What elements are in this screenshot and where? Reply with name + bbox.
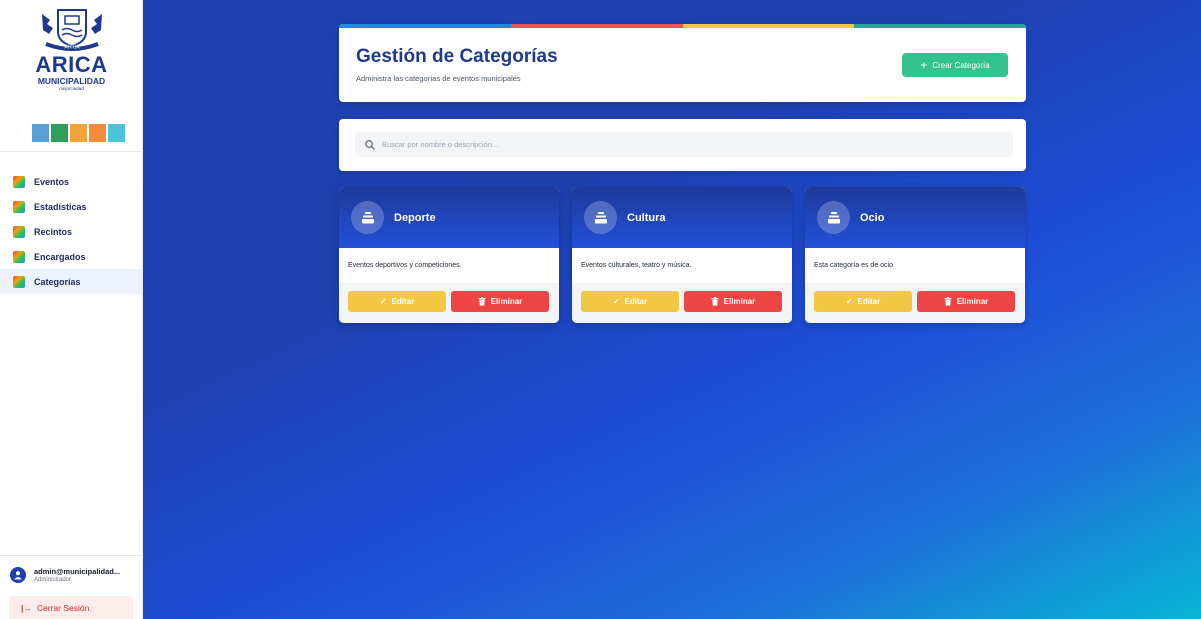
search-input[interactable] xyxy=(382,140,982,149)
sidebar-item-eventos[interactable]: Eventos xyxy=(0,169,142,194)
create-category-button[interactable]: + Crear Categoría xyxy=(902,53,1008,77)
brand-name: ARICA xyxy=(35,52,108,77)
color-bar-segment xyxy=(510,24,683,28)
edit-category-button[interactable]: ✓ Editar xyxy=(581,291,679,312)
category-card-header: Cultura xyxy=(572,187,792,248)
sidebar-item-label: Estadísticas xyxy=(34,201,87,212)
user-avatar-icon xyxy=(10,566,26,583)
user-role: Administrador xyxy=(34,576,72,583)
layers-icon xyxy=(361,211,374,223)
edit-label: Editar xyxy=(857,297,881,306)
pencil-icon: ✓ xyxy=(379,297,387,306)
category-description: Esta categoría es de ocio xyxy=(814,262,893,269)
delete-label: Eliminar xyxy=(956,297,989,306)
plus-icon: + xyxy=(920,58,928,72)
stripe-tile xyxy=(51,124,68,142)
color-bar-segment xyxy=(682,24,855,28)
sidebar-item-encargados[interactable]: Encargados xyxy=(0,244,142,269)
stripe-tile xyxy=(70,124,87,142)
sidebar-item-recintos[interactable]: Recintos xyxy=(0,219,142,244)
search-panel xyxy=(339,119,1026,171)
color-bar-segment xyxy=(854,24,1026,28)
edit-category-button[interactable]: ✓ Editar xyxy=(348,291,446,312)
edit-label: Editar xyxy=(391,297,415,306)
delete-category-button[interactable]: Eliminar xyxy=(684,291,782,312)
sidebar-item-label: Encargados xyxy=(34,251,86,262)
category-card-header: Deporte xyxy=(339,187,559,248)
brand-stripe xyxy=(32,124,125,142)
stripe-tile xyxy=(32,124,49,142)
logout-label: Cerrar Sesión xyxy=(36,602,90,613)
tag-icon xyxy=(13,275,25,288)
building-icon xyxy=(13,225,25,238)
sidebar-item-categorias[interactable]: Categorías xyxy=(0,269,142,294)
edit-category-button[interactable]: ✓ Editar xyxy=(814,291,912,312)
sidebar-item-label: Categorías xyxy=(34,276,81,287)
create-category-label: Crear Categoría xyxy=(932,60,990,70)
logout-icon: |→ xyxy=(21,602,32,613)
logout-button[interactable]: |→ Cerrar Sesión xyxy=(9,596,133,619)
delete-label: Eliminar xyxy=(490,297,523,306)
color-bar-segment xyxy=(339,24,511,28)
category-name: Cultura xyxy=(627,211,666,224)
chart-icon xyxy=(13,200,25,213)
edit-label: Editar xyxy=(624,297,648,306)
trash-icon xyxy=(944,297,952,306)
category-card-actions: ✓ Editar Eliminar xyxy=(339,283,559,323)
pencil-icon: ✓ xyxy=(612,297,620,306)
sidebar-item-label: Recintos xyxy=(34,226,73,237)
brand-subtitle: MUNICIPALIDAD xyxy=(37,76,106,86)
page-subtitle: Administra las categorías de eventos mun… xyxy=(356,74,521,83)
category-card: Ocio Esta categoría es de ocio ✓ Editar … xyxy=(805,187,1025,323)
brand-tagline: mejorciudad xyxy=(59,86,84,91)
layers-icon xyxy=(594,211,607,223)
delete-label: Eliminar xyxy=(723,297,756,306)
sidebar-item-estadisticas[interactable]: Estadísticas xyxy=(0,194,142,219)
crest-text: ARICA xyxy=(64,45,80,51)
category-icon xyxy=(817,201,850,234)
user-profile[interactable]: admin@municipalidad... Administrador xyxy=(0,555,143,593)
sidebar-item-label: Eventos xyxy=(34,176,70,187)
layers-icon xyxy=(827,211,840,223)
category-card-actions: ✓ Editar Eliminar xyxy=(572,283,792,323)
sidebar-divider xyxy=(0,151,143,152)
trash-icon xyxy=(711,297,719,306)
category-card: Deporte Eventos deportivos y competicion… xyxy=(339,187,559,323)
crest-icon: ARICA xyxy=(41,9,102,51)
user-email: admin@municipalidad... xyxy=(34,566,121,576)
stripe-tile xyxy=(108,124,125,142)
calendar-icon xyxy=(13,175,25,188)
category-description: Eventos culturales, teatro y música. xyxy=(581,262,692,269)
page-title: Gestión de Categorías xyxy=(356,46,558,67)
search-icon xyxy=(365,139,375,150)
trash-icon xyxy=(478,297,486,306)
search-box[interactable] xyxy=(355,132,1013,157)
category-name: Ocio xyxy=(860,211,885,224)
category-description: Eventos deportivos y competiciones. xyxy=(348,262,462,269)
main-content: Gestión de Categorías Administra las cat… xyxy=(143,0,1201,619)
category-name: Deporte xyxy=(394,211,436,224)
category-icon xyxy=(584,201,617,234)
pencil-icon: ✓ xyxy=(845,297,853,306)
delete-category-button[interactable]: Eliminar xyxy=(451,291,549,312)
category-card: Cultura Eventos culturales, teatro y mús… xyxy=(572,187,792,323)
category-icon xyxy=(351,201,384,234)
category-card-actions: ✓ Editar Eliminar xyxy=(805,283,1025,323)
header-color-bar xyxy=(339,24,1026,28)
stripe-tile xyxy=(89,124,106,142)
category-card-header: Ocio xyxy=(805,187,1025,248)
people-icon xyxy=(13,250,25,263)
brand-logo[interactable]: ARICA ARICA MUNICIPALIDAD mejorciudad xyxy=(10,8,133,120)
sidebar-nav: Eventos Estadísticas Recintos Encargados… xyxy=(0,169,142,294)
sidebar: ARICA ARICA MUNICIPALIDAD mejorciudad Ev… xyxy=(0,0,143,619)
page-header: Gestión de Categorías Administra las cat… xyxy=(339,24,1026,102)
delete-category-button[interactable]: Eliminar xyxy=(917,291,1015,312)
